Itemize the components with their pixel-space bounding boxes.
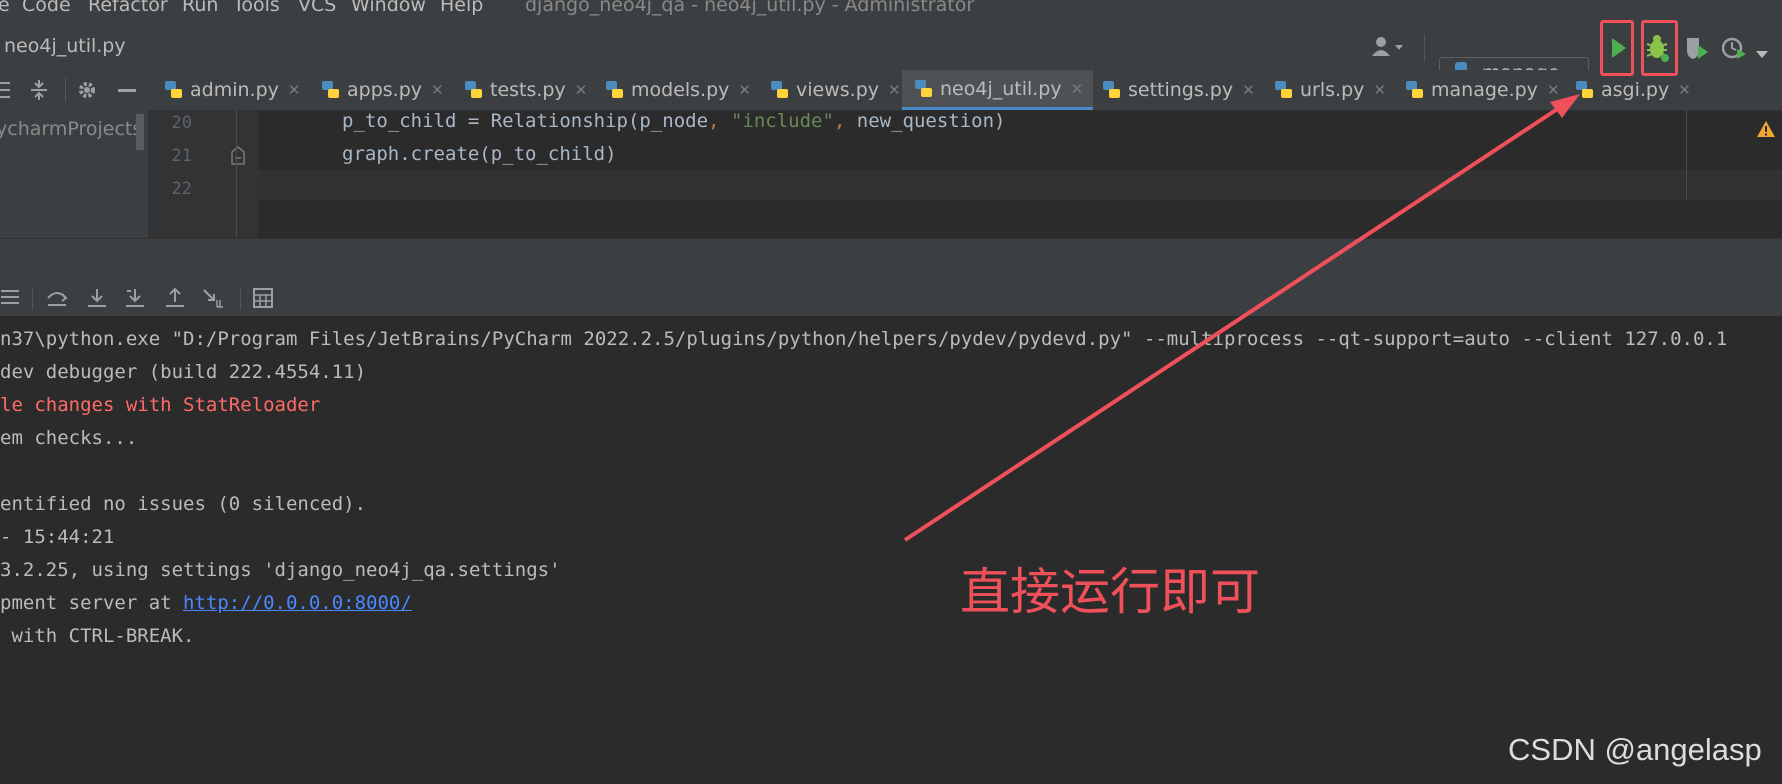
annotation-text: 直接运行即可 bbox=[960, 563, 1260, 621]
watermark: CSDN @angelasp bbox=[1508, 732, 1762, 767]
annotation-arrow bbox=[903, 94, 1580, 542]
